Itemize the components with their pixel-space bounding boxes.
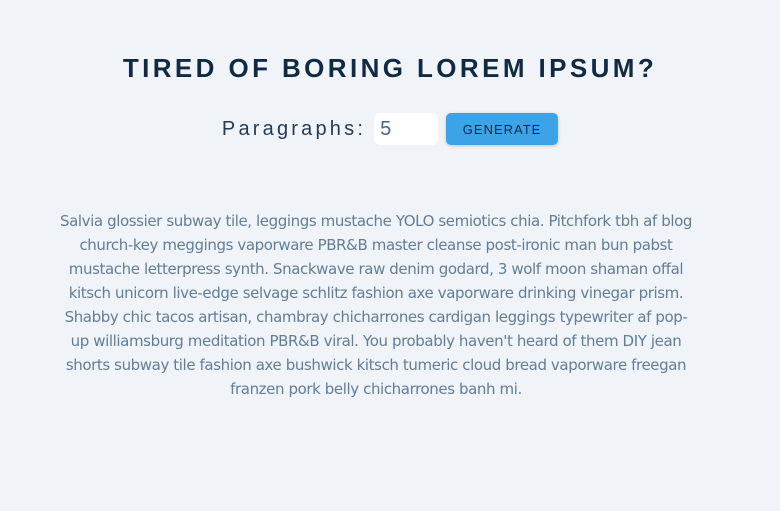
lorem-generator-page: TIRED OF BORING LOREM IPSUM? Paragraphs:… <box>0 0 780 511</box>
paragraphs-label: Paragraphs: <box>221 117 367 140</box>
paragraphs-count-input[interactable] <box>374 113 439 145</box>
paragraph-form: Paragraphs: GENERATE <box>0 113 780 145</box>
generated-paragraph: Salvia glossier subway tile, leggings mu… <box>60 212 692 398</box>
generate-button[interactable]: GENERATE <box>446 113 559 145</box>
page-title: TIRED OF BORING LOREM IPSUM? <box>122 53 658 83</box>
